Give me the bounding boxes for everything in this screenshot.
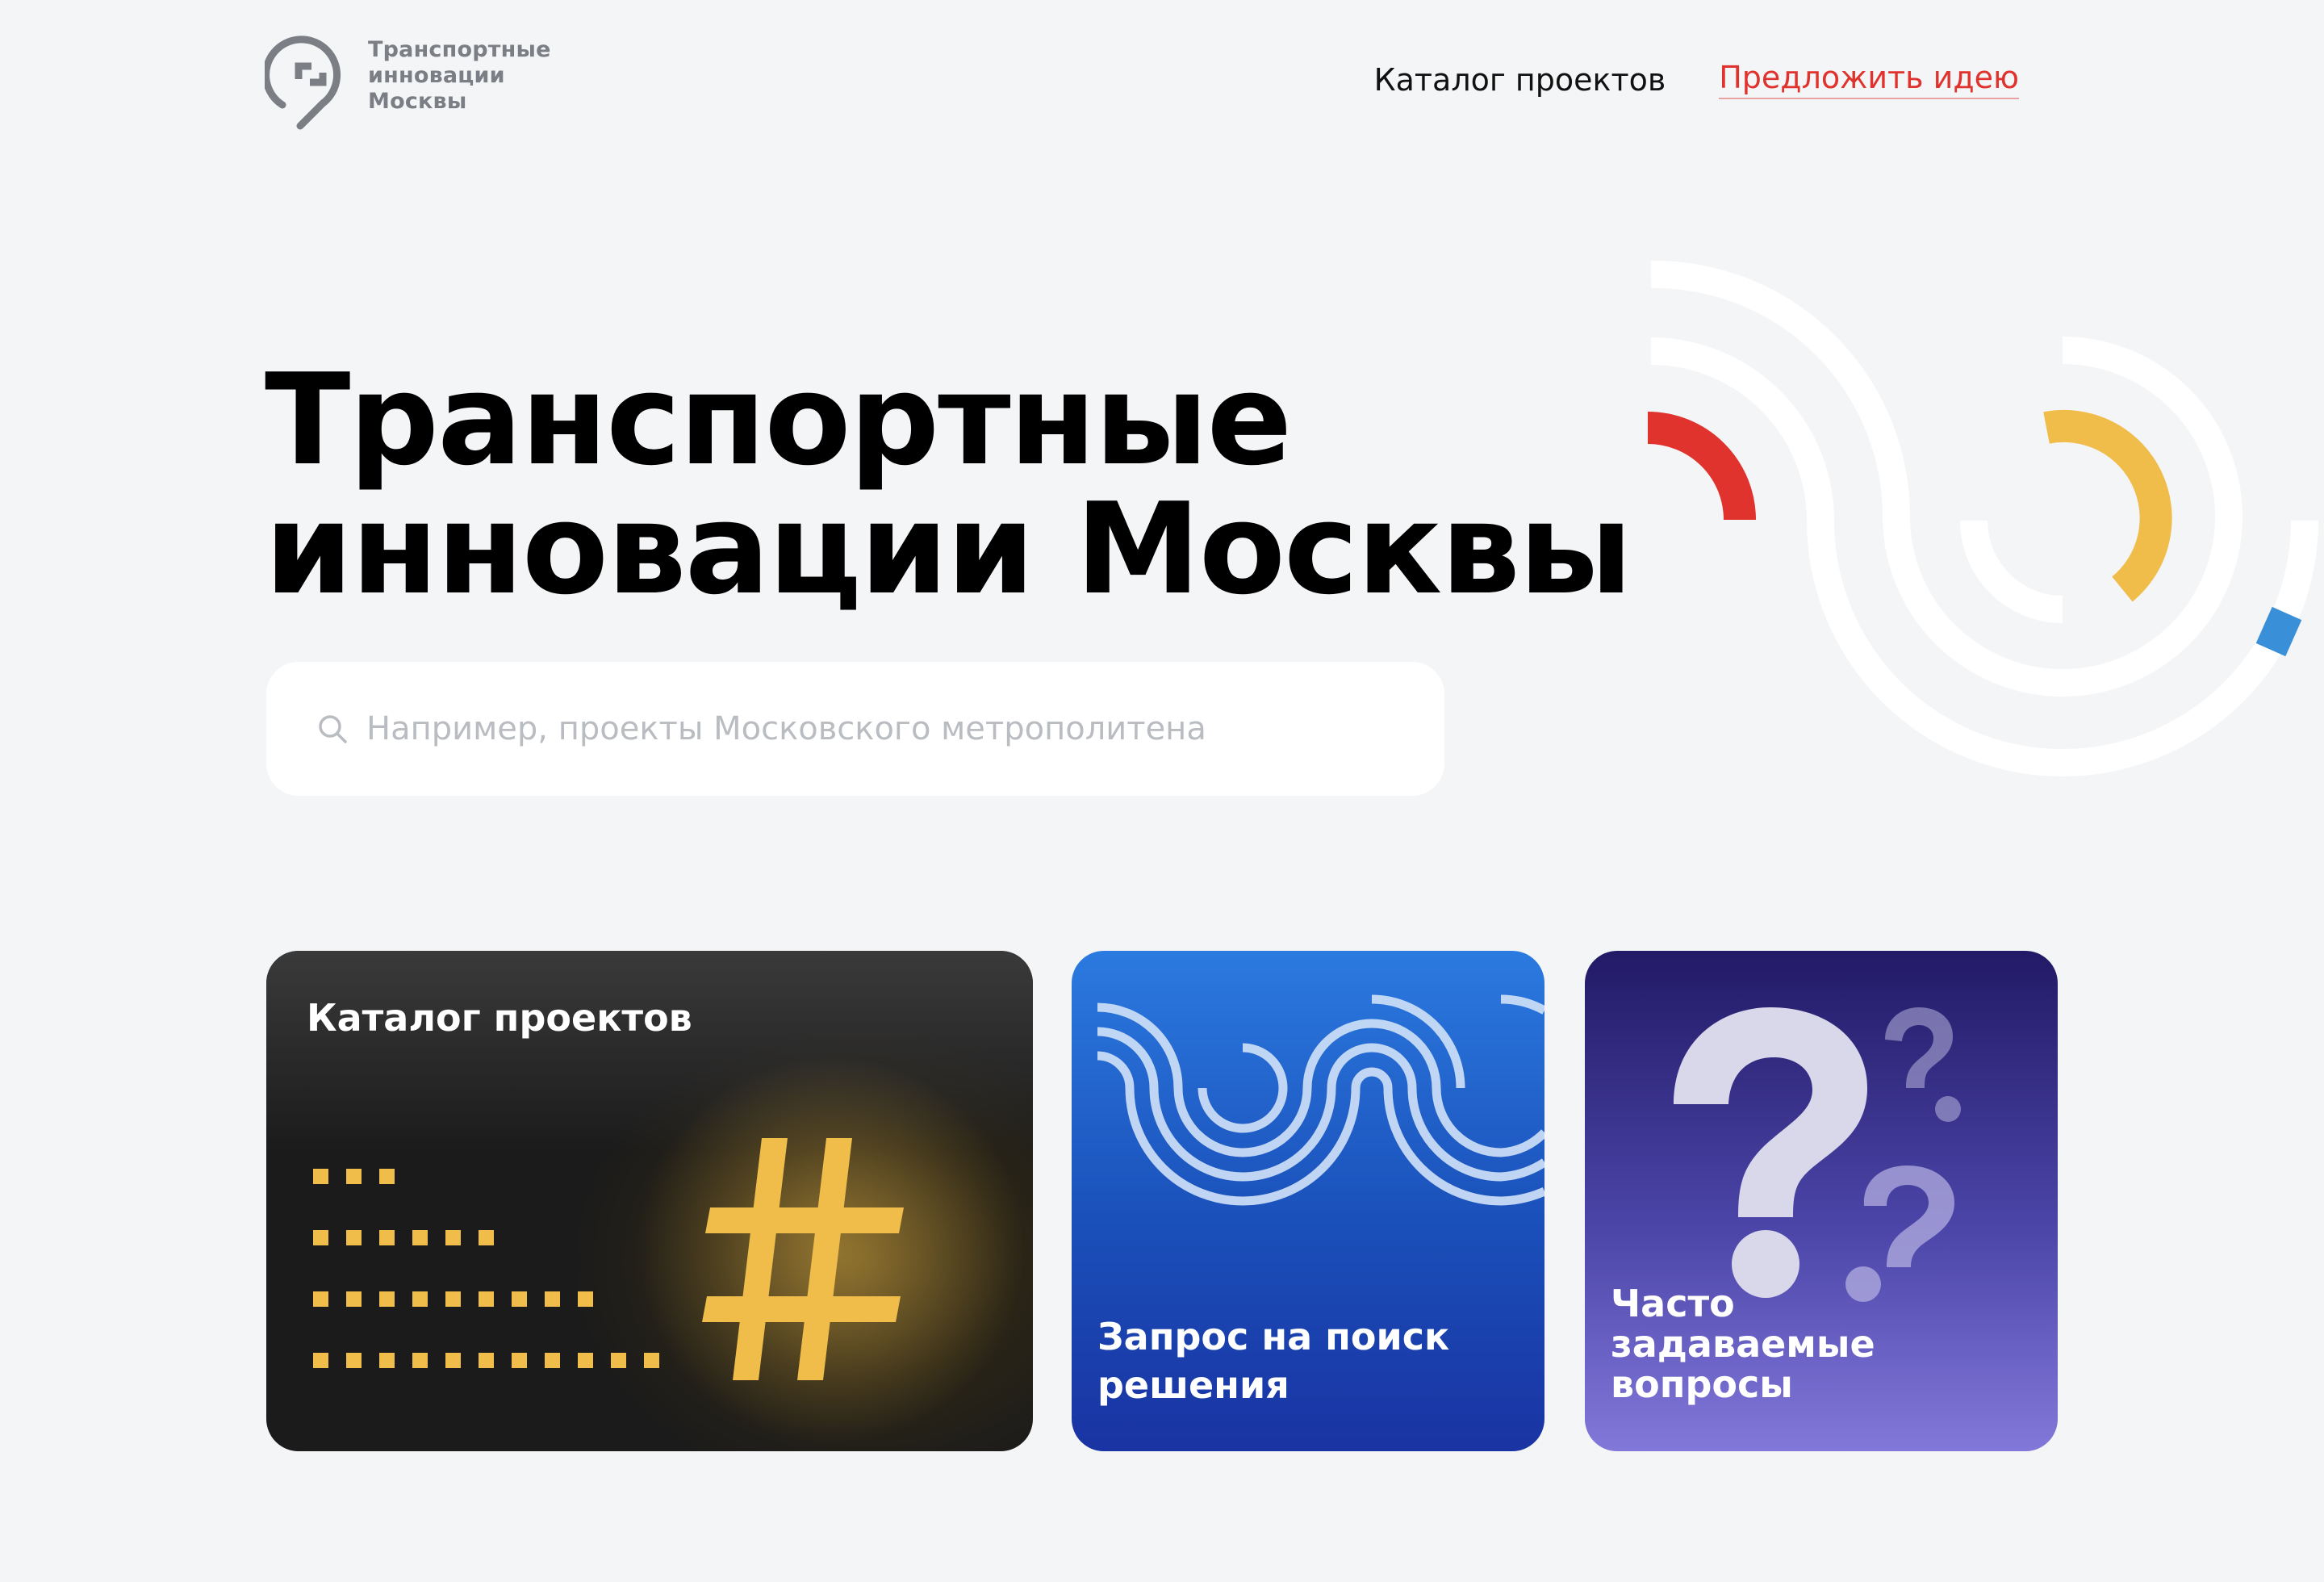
dot-icon <box>346 1169 362 1184</box>
dot-icon <box>578 1291 593 1307</box>
hero-decoration <box>1647 260 2318 777</box>
dot-icon <box>479 1291 494 1307</box>
dot-icon <box>479 1230 494 1245</box>
yellow-arc-icon <box>2043 410 2172 602</box>
logo-line-2: инновации <box>368 63 505 88</box>
dot-icon <box>412 1230 428 1245</box>
dot-icon <box>445 1230 461 1245</box>
dot-icon <box>313 1230 328 1245</box>
search-icon <box>319 715 347 743</box>
dot-icon <box>313 1291 328 1307</box>
dot-icon <box>379 1230 395 1245</box>
solution-request-card-title: Запрос на поиск решения <box>1097 1315 1450 1407</box>
dot-icon <box>313 1169 328 1184</box>
dot-icon <box>412 1291 428 1307</box>
main-nav: Каталог проектов Предложить идею <box>1374 60 2019 99</box>
dot-icon <box>445 1291 461 1307</box>
logo[interactable]: Транспортные инновации Москвы <box>265 31 551 131</box>
dot-icon <box>379 1169 395 1184</box>
search-input[interactable] <box>366 710 1335 747</box>
dot-icon <box>313 1353 328 1368</box>
dot-rows-icon <box>313 1169 659 1368</box>
question-mark-large-icon <box>1674 1007 1867 1298</box>
dot-icon <box>545 1353 560 1368</box>
question-mark-small-bottom-icon <box>1845 1166 1954 1302</box>
dot-icon <box>479 1353 494 1368</box>
logo-line-3: Москвы <box>368 89 467 114</box>
solution-request-card[interactable]: Запрос на поиск решения <box>1072 951 1544 1451</box>
faq-card-title: Часто задаваемые вопросы <box>1611 1282 1875 1406</box>
catalog-card[interactable]: Каталог проектов <box>266 951 1033 1451</box>
dot-icon <box>512 1291 527 1307</box>
page: Транспортные инновации Москвы Каталог пр… <box>0 0 2324 1582</box>
page-title: Транспортные инновации Москвы <box>265 346 1632 622</box>
blue-arc-icon <box>2255 606 2302 657</box>
search-bar[interactable] <box>266 662 1444 796</box>
page-title-line-2: инновации Москвы <box>265 475 1632 622</box>
dot-icon <box>412 1353 428 1368</box>
dot-icon <box>644 1353 659 1368</box>
dot-icon <box>379 1353 395 1368</box>
dot-icon <box>512 1353 527 1368</box>
dot-icon <box>346 1230 362 1245</box>
dot-icon <box>611 1353 626 1368</box>
logo-mark-icon <box>265 36 341 130</box>
page-title-line-1: Транспортные <box>265 346 1292 493</box>
dot-icon <box>445 1353 461 1368</box>
nav-suggest-idea-link[interactable]: Предложить идею <box>1719 60 2019 99</box>
logo-text: Транспортные инновации Москвы <box>368 37 551 115</box>
nav-catalog-link[interactable]: Каталог проектов <box>1374 62 1666 98</box>
dot-icon <box>379 1291 395 1307</box>
dot-icon <box>578 1353 593 1368</box>
catalog-card-title: Каталог проектов <box>307 996 692 1040</box>
question-mark-small-top-icon <box>1885 1007 1961 1122</box>
dot-icon <box>346 1353 362 1368</box>
faq-card[interactable]: Часто задаваемые вопросы <box>1585 951 2058 1451</box>
logo-line-1: Транспортные <box>368 37 551 62</box>
dot-icon <box>346 1291 362 1307</box>
red-arc-icon <box>1647 412 1756 521</box>
dot-icon <box>545 1291 560 1307</box>
